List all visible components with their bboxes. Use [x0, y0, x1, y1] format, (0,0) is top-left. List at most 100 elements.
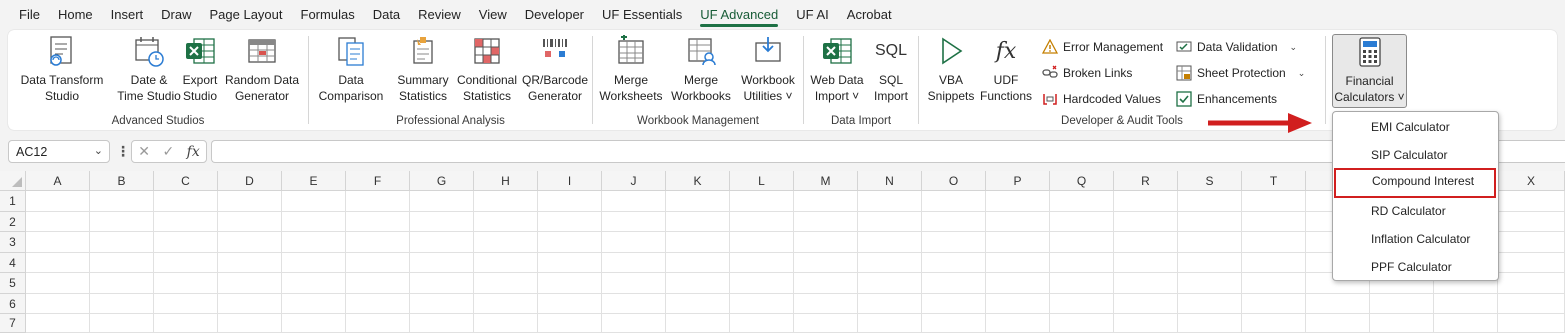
menu-item-inflation-calculator[interactable]: Inflation Calculator [1334, 226, 1497, 252]
merge-workbooks-button[interactable]: Merge Workbooks [667, 34, 735, 108]
row-header[interactable]: 3 [0, 232, 26, 253]
column-header[interactable]: K [666, 171, 730, 191]
workbook-utilities-button[interactable]: Workbook Utilities ˅ [737, 34, 799, 108]
tab-data[interactable]: Data [364, 0, 409, 30]
merge-worksheets-button[interactable]: Merge Worksheets [599, 34, 663, 108]
select-all-button[interactable] [0, 171, 26, 191]
enhancements-button[interactable]: Enhancements [1175, 88, 1277, 110]
tab-file[interactable]: File [10, 0, 49, 30]
column-header[interactable]: A [26, 171, 90, 191]
name-box[interactable]: AC12 ⌄ [8, 140, 110, 163]
row-header[interactable]: 5 [0, 273, 26, 294]
column-header[interactable]: M [794, 171, 858, 191]
column-header[interactable]: J [602, 171, 666, 191]
group-advanced-studios: Data Transform Studio Date & Time Studio… [8, 30, 308, 130]
tab-formulas[interactable]: Formulas [292, 0, 364, 30]
row-header[interactable]: 7 [0, 314, 26, 333]
data-comparison-button[interactable]: Data Comparison [315, 34, 387, 108]
summary-report-icon [406, 34, 440, 68]
menu-item-ppf-calculator[interactable]: PPF Calculator [1334, 254, 1497, 280]
insert-function-icon[interactable]: fx [187, 144, 200, 160]
tab-uf-ai[interactable]: UF AI [787, 0, 838, 30]
data-validation-button[interactable]: Data Validation ⌄ [1175, 36, 1297, 58]
tab-uf-essentials[interactable]: UF Essentials [593, 0, 691, 30]
tab-draw[interactable]: Draw [152, 0, 200, 30]
column-header[interactable]: B [90, 171, 154, 191]
merge-workbooks-label: Merge Workbooks [671, 73, 731, 103]
excel-icon [183, 34, 217, 68]
row-header[interactable]: 6 [0, 294, 26, 314]
checkbox-icon [1175, 90, 1193, 108]
column-header[interactable]: C [154, 171, 218, 191]
sheet-protection-button[interactable]: Sheet Protection ⌄ [1175, 62, 1305, 84]
grid-column-line [153, 191, 154, 333]
menu-item-sip-calculator[interactable]: SIP Calculator [1334, 142, 1497, 168]
tab-insert[interactable]: Insert [102, 0, 153, 30]
tab-developer[interactable]: Developer [516, 0, 593, 30]
date-time-studio-button[interactable]: Date & Time Studio [114, 34, 184, 108]
summary-statistics-button[interactable]: Summary Statistics [389, 34, 457, 108]
column-header[interactable]: I [538, 171, 602, 191]
vba-snippets-label: VBA Snippets [927, 73, 975, 103]
tab-home[interactable]: Home [49, 0, 102, 30]
column-header[interactable]: Q [1050, 171, 1114, 191]
conditional-statistics-button[interactable]: Conditional Statistics [449, 34, 525, 108]
column-header[interactable]: R [1114, 171, 1178, 191]
web-data-import-button[interactable]: Web Data Import ˅ [808, 34, 866, 108]
merge-worksheets-label: Merge Worksheets [599, 73, 663, 103]
tab-acrobat[interactable]: Acrobat [838, 0, 901, 30]
menu-item-emi-calculator[interactable]: EMI Calculator [1334, 114, 1497, 140]
udf-functions-button[interactable]: fx UDF Functions [979, 34, 1033, 108]
column-header[interactable]: L [730, 171, 794, 191]
column-header[interactable]: X [1498, 171, 1565, 191]
grid-column-line [921, 191, 922, 333]
column-header[interactable]: D [218, 171, 282, 191]
tab-review[interactable]: Review [409, 0, 470, 30]
merge-worksheets-icon [614, 34, 648, 68]
annotation-arrow-icon [1208, 113, 1312, 133]
column-header[interactable]: E [282, 171, 346, 191]
error-management-button[interactable]: Error Management [1041, 36, 1163, 58]
sql-import-button[interactable]: SQL SQL Import [868, 34, 914, 108]
calendar-clock-icon [132, 34, 166, 68]
grid-column-line [345, 191, 346, 333]
column-header[interactable]: T [1242, 171, 1306, 191]
tab-page-layout[interactable]: Page Layout [201, 0, 292, 30]
broken-links-button[interactable]: Broken Links [1041, 62, 1132, 84]
row-header[interactable]: 4 [0, 253, 26, 273]
enter-check-icon[interactable]: ✓ [162, 143, 174, 160]
chevron-down-icon[interactable]: ⌄ [94, 144, 103, 157]
tab-view[interactable]: View [470, 0, 516, 30]
export-studio-button[interactable]: Export Studio [178, 34, 222, 108]
data-transform-icon [45, 34, 79, 68]
more-options-icon[interactable]: ⋮ [116, 143, 130, 160]
worksheet-grid[interactable]: ABCDEFGHIJKLMNOPQRSTUVWX 1234567 [0, 171, 1565, 333]
hardcoded-values-button[interactable]: Hardcoded Values [1041, 88, 1161, 110]
table-window-icon [245, 34, 279, 68]
column-header[interactable]: N [858, 171, 922, 191]
menu-item-rd-calculator[interactable]: RD Calculator [1334, 198, 1497, 224]
row-header[interactable]: 1 [0, 191, 26, 212]
qr-barcode-generator-button[interactable]: QR/Barcode Generator [517, 34, 593, 108]
financial-calculators-button[interactable]: Financial Calculators ˅ [1332, 34, 1407, 108]
random-data-generator-button[interactable]: Random Data Generator [222, 34, 302, 108]
barcode-icon [538, 34, 572, 68]
column-header[interactable]: H [474, 171, 538, 191]
column-header[interactable]: O [922, 171, 986, 191]
column-header[interactable]: F [346, 171, 410, 191]
cancel-icon[interactable]: ✕ [138, 143, 150, 160]
data-transform-studio-button[interactable]: Data Transform Studio [14, 34, 110, 108]
menu-item-compound-interest[interactable]: Compound Interest [1334, 168, 1496, 198]
data-transform-studio-label: Data Transform Studio [20, 73, 104, 103]
grid-row-line [26, 313, 1565, 314]
vba-snippets-button[interactable]: VBA Snippets [925, 34, 977, 108]
grid-column-line [89, 191, 90, 333]
tab-uf-advanced[interactable]: UF Advanced [691, 0, 787, 30]
row-header[interactable]: 2 [0, 212, 26, 232]
column-header[interactable]: G [410, 171, 474, 191]
column-header[interactable]: S [1178, 171, 1242, 191]
date-time-studio-label: Date & Time Studio [117, 73, 181, 103]
grid-column-line [1241, 191, 1242, 333]
chevron-down-icon: ⌄ [1297, 67, 1306, 78]
column-header[interactable]: P [986, 171, 1050, 191]
